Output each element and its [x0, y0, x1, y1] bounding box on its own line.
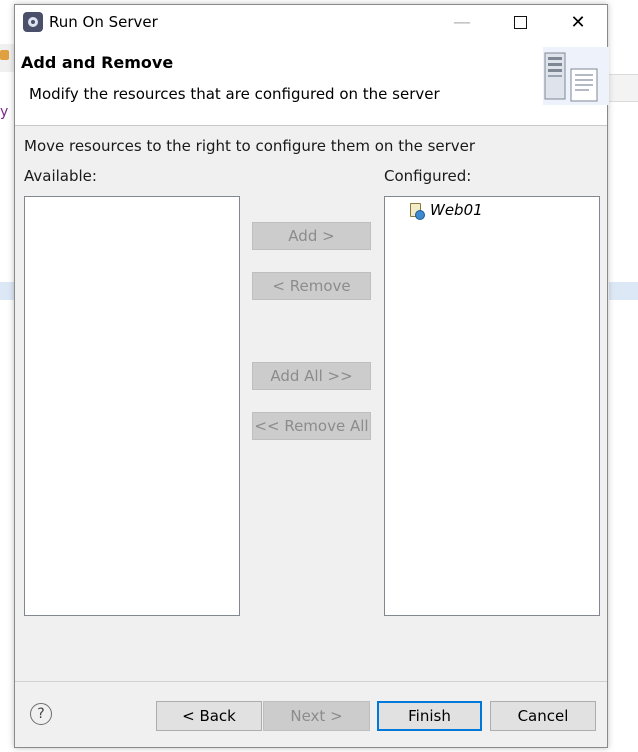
add-button[interactable]: Add > [252, 222, 371, 250]
back-button[interactable]: < Back [156, 701, 262, 731]
finish-button[interactable]: Finish [377, 701, 482, 731]
available-label: Available: [24, 167, 97, 185]
close-icon[interactable]: ✕ [555, 5, 601, 39]
background-selection-fragment [0, 282, 14, 300]
background-selection-fragment [609, 282, 638, 300]
help-icon[interactable]: ? [30, 703, 52, 725]
cancel-button[interactable]: Cancel [490, 701, 596, 731]
server-gear-icon [23, 12, 43, 32]
background-panel-fragment [608, 74, 638, 102]
background-toolbar-icon [0, 50, 9, 60]
background-editor-fragment: y [0, 104, 9, 120]
add-all-button[interactable]: Add All >> [252, 362, 371, 390]
server-documents-icon [543, 47, 609, 105]
page-title: Add and Remove [21, 53, 174, 72]
list-item[interactable]: Web01 [409, 201, 483, 220]
configured-label: Configured: [384, 167, 472, 185]
instruction-text: Move resources to the right to configure… [24, 137, 476, 155]
minimize-icon[interactable]: — [439, 5, 485, 39]
page-description: Modify the resources that are configured… [29, 85, 440, 103]
run-on-server-dialog: Run On Server — ✕ Add and Remove Modify … [14, 4, 609, 748]
available-list[interactable] [24, 196, 240, 616]
next-button[interactable]: Next > [263, 701, 370, 731]
web-module-icon [409, 202, 425, 220]
configured-item-label: Web01 [430, 201, 483, 219]
window-title: Run On Server [49, 13, 158, 31]
remove-all-button[interactable]: << Remove All [252, 412, 371, 440]
footer-divider [15, 681, 607, 682]
title-bar: Run On Server — ✕ [15, 5, 607, 39]
configured-list[interactable]: Web01 [384, 196, 600, 616]
maximize-icon[interactable] [497, 5, 543, 39]
remove-button[interactable]: < Remove [252, 272, 371, 300]
wizard-header: Add and Remove Modify the resources that… [15, 39, 609, 126]
